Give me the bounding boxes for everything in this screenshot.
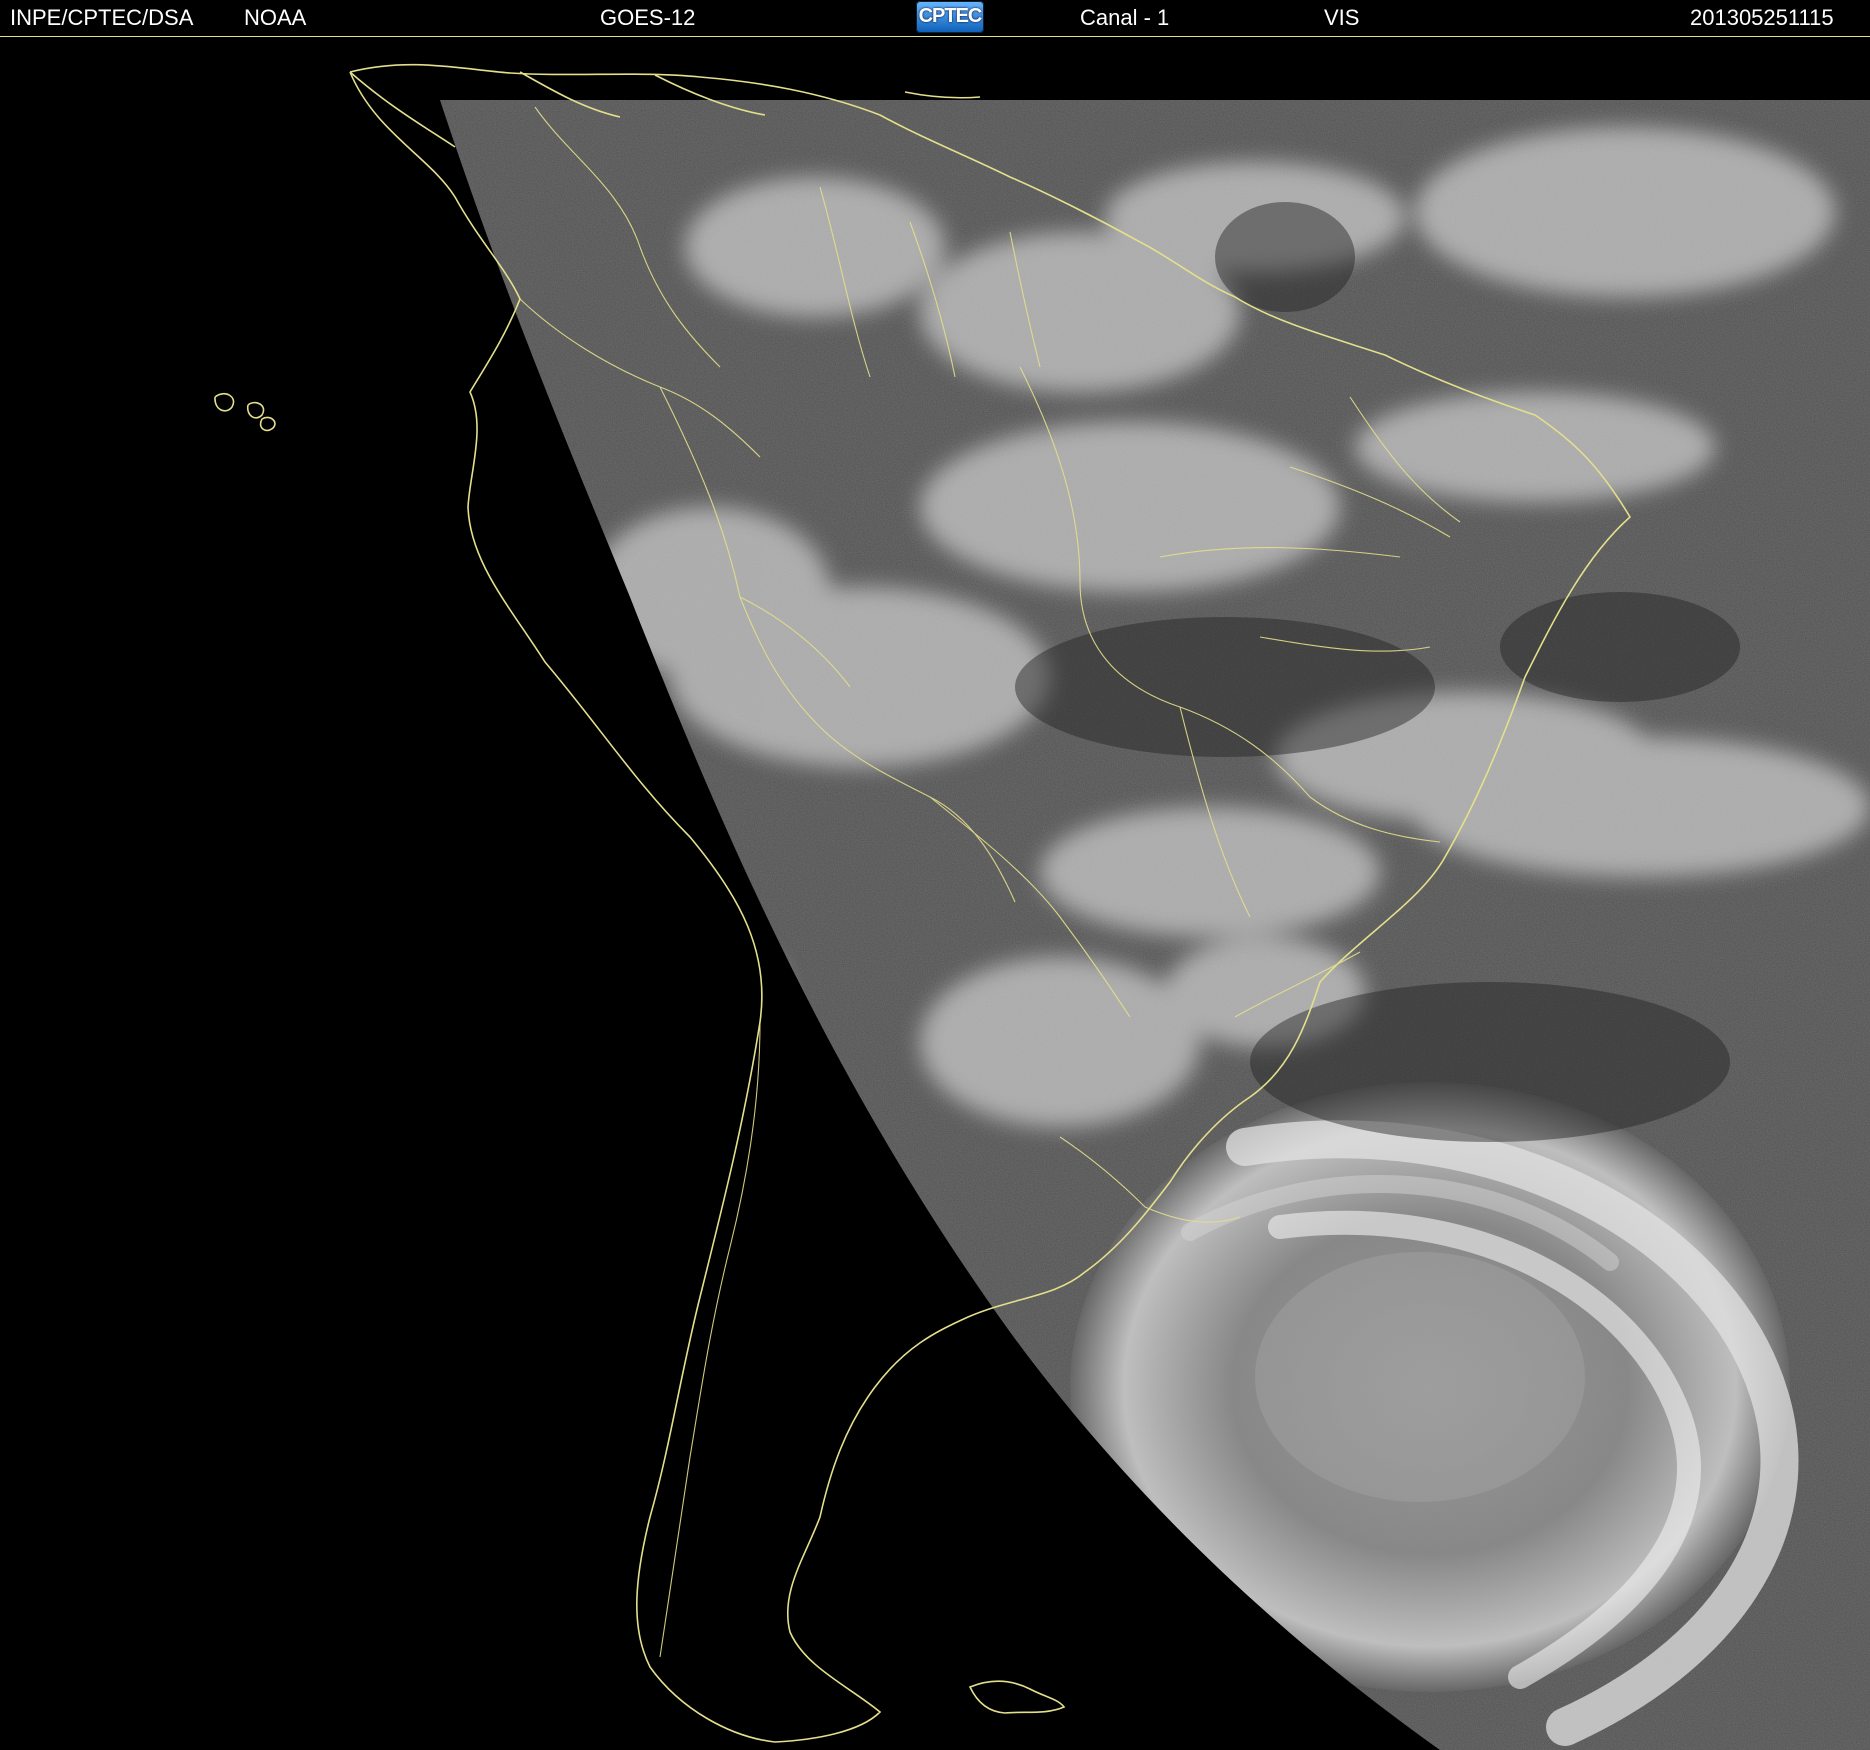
institution-label: INPE/CPTEC/DSA	[10, 5, 194, 30]
logo-text: CPTEC	[918, 5, 983, 27]
channel-label: Canal - 1	[1080, 5, 1170, 30]
header-bar: INPE/CPTEC/DSA NOAA GOES-12 CPTEC Canal …	[0, 0, 1870, 36]
cptec-logo: CPTEC	[916, 1, 984, 33]
map-svg	[214, 63, 1870, 1750]
argentina-chile-border	[659, 1021, 761, 1658]
band-label: VIS	[1324, 5, 1360, 30]
galapagos-islands	[214, 392, 276, 432]
cyclone-swirl	[1070, 1082, 1799, 1746]
falkland-islands	[968, 1680, 1066, 1714]
agency-label: NOAA	[244, 5, 307, 30]
satellite-label: GOES-12	[600, 5, 696, 30]
satellite-map	[0, 37, 1870, 1750]
timestamp-label: 201305251115	[1690, 5, 1834, 30]
